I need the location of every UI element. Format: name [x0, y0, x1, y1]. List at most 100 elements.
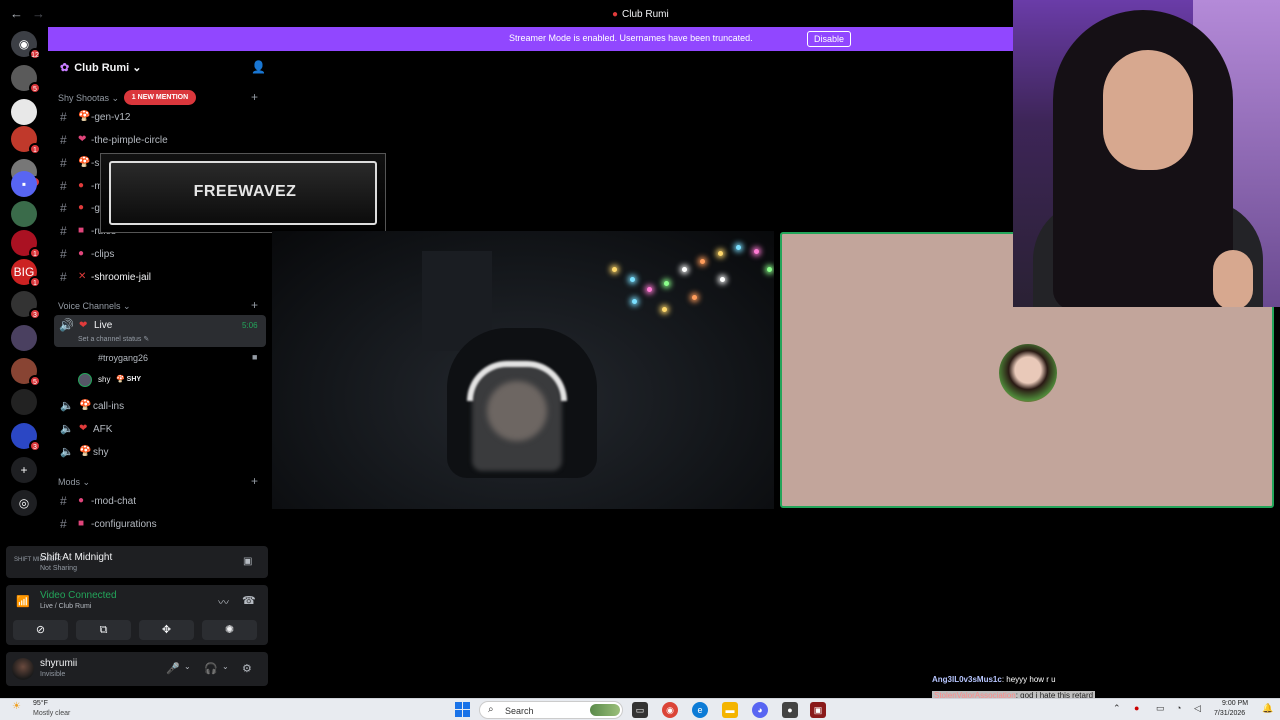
text-channel-mod-chat[interactable]: # ● -mod-chat: [58, 491, 268, 511]
chevron-up-icon[interactable]: ⌃: [1113, 703, 1121, 714]
server-icon-server-3[interactable]: [11, 99, 37, 125]
text-channel-shroomie-jail[interactable]: # ✕ -shroomie-jail: [58, 267, 268, 287]
screen-share-button[interactable]: ⧉: [76, 620, 131, 640]
taskbar-search[interactable]: ⌕ Search: [479, 701, 623, 719]
voice-channel-call-ins[interactable]: 🔈 🍄 call-ins: [58, 396, 268, 416]
chat-text: : heyyy how r u: [1001, 675, 1056, 684]
overlay-text: FREEWAVEZ: [193, 183, 297, 200]
server-icon-server-6[interactable]: ▪: [11, 171, 37, 197]
settings-gear-icon[interactable]: ⚙: [242, 662, 252, 675]
file-explorer-icon[interactable]: ▬: [722, 702, 738, 718]
discord-icon[interactable]: ◕: [752, 702, 768, 718]
chrome-icon[interactable]: ◉: [662, 702, 678, 718]
username[interactable]: shyrumii: [40, 658, 77, 669]
server-icon-server-2[interactable]: 5: [11, 65, 41, 94]
now-playing-panel[interactable]: SHIFT MIDNIGHT Shift At Midnight Not Sha…: [6, 546, 268, 578]
task-view-icon[interactable]: ▭: [632, 702, 648, 718]
voice-channel-afk[interactable]: 🔈 ❤ AFK: [58, 419, 268, 439]
channel-name: -g: [91, 203, 100, 214]
text-channel-clips[interactable]: # ● -clips: [58, 244, 268, 264]
clock-time[interactable]: 9:00 PM: [1222, 700, 1248, 707]
server-icon-server-club-rumi[interactable]: 1: [11, 126, 41, 155]
channel-emoji-icon: 🍄: [78, 157, 91, 168]
screen: ← → ● Club Rumi Streamer Mode is enabled.…: [0, 0, 1280, 720]
server-icon-add-server[interactable]: +: [11, 457, 37, 483]
forward-arrow-icon[interactable]: →: [32, 6, 45, 21]
server-icon-server-daily[interactable]: 3: [11, 423, 41, 452]
app-icon[interactable]: ▣: [810, 702, 826, 718]
edge-icon[interactable]: e: [692, 702, 708, 718]
weather-condition[interactable]: Mostly clear: [33, 710, 70, 717]
chevron-down-icon[interactable]: ⌄: [184, 662, 191, 671]
category-shy-shootas[interactable]: Shy Shootas ⌄: [58, 93, 119, 104]
server-icon-server-11[interactable]: [11, 325, 37, 351]
text-channel-configurations[interactable]: # ■ -configurations: [58, 514, 268, 534]
add-channel-icon[interactable]: +: [251, 474, 258, 488]
channel-name: call-ins: [93, 401, 125, 412]
share-activity-icon[interactable]: ▣: [243, 556, 252, 567]
channel-status-prompt[interactable]: Set a channel status ✎: [78, 335, 149, 343]
notification-bell-icon[interactable]: 🔔: [1262, 703, 1273, 714]
server-icon-server-13[interactable]: [11, 389, 37, 415]
server-icon-server-big5[interactable]: BIG 1: [11, 259, 41, 288]
speaker-icon: 🔊: [59, 318, 74, 332]
channel-name: AFK: [93, 424, 113, 435]
chat-message: Ang3lL0v3sMus1c: heyyy how r u: [932, 675, 1056, 684]
obs-icon[interactable]: ●: [782, 702, 798, 718]
channel-emoji-icon: ✕: [78, 271, 87, 282]
windows-start-icon[interactable]: [455, 702, 471, 718]
guild-name-header[interactable]: ✿ Club Rumi ⌄: [60, 61, 142, 74]
light-bulb: [754, 249, 759, 254]
wifi-icon[interactable]: ◔: [1176, 703, 1181, 713]
volume-icon[interactable]: ◁: [1194, 703, 1201, 714]
noise-suppression-icon[interactable]: 〰: [218, 594, 229, 610]
soundboard-button[interactable]: ✺: [202, 620, 257, 640]
invite-people-icon[interactable]: 👤: [251, 60, 266, 74]
disable-streamer-mode-button[interactable]: Disable: [807, 31, 851, 47]
voice-user[interactable]: #troygang26: [98, 353, 148, 363]
weather-icon[interactable]: ☀: [12, 701, 21, 712]
signal-icon[interactable]: 📶: [16, 595, 30, 608]
category-name: Mods: [58, 477, 81, 487]
text-channel-the-pimple-circle[interactable]: # ❤ -the-pimple-circle: [58, 130, 268, 150]
hashtag-icon: #: [60, 179, 67, 193]
clock-date[interactable]: 7/31/2026: [1214, 710, 1245, 717]
server-icon-discover[interactable]: ◎: [11, 490, 37, 516]
voice-channel-live[interactable]: 🔊 ❤ Live 5:06 Set a channel status ✎: [54, 315, 266, 347]
mushroom-icon: ●: [612, 9, 619, 20]
camera-off-button[interactable]: ⊘: [13, 620, 68, 640]
tray-app-icon[interactable]: ●: [1134, 703, 1139, 713]
server-icon-server-10[interactable]: 3: [11, 291, 41, 320]
server-icon-server-8[interactable]: 1: [11, 230, 41, 259]
windows-taskbar: ☀ 95°F Mostly clear ⌕ Search ▭ ◉ e ▬ ◕ ●…: [0, 698, 1280, 720]
server-glyph: ◎: [18, 496, 30, 510]
channel-name: -s: [91, 158, 100, 169]
new-mention-badge[interactable]: 1 NEW MENTION: [124, 90, 196, 105]
back-arrow-icon[interactable]: ←: [10, 6, 23, 21]
channel-sidebar: ✿ Club Rumi ⌄ 👤 Shy Shootas ⌄ 1 NEW MENTI…: [48, 51, 272, 544]
weather-temperature[interactable]: 95°F: [33, 700, 48, 707]
server-icon-server-12[interactable]: 5: [11, 358, 41, 387]
voice-user[interactable]: shy: [98, 375, 110, 384]
category-voice-channels[interactable]: Voice Channels ⌄: [58, 301, 131, 312]
headset-icon[interactable]: 🎧: [204, 662, 218, 675]
connection-channel[interactable]: Live / Club Rumi: [40, 603, 91, 610]
add-channel-icon[interactable]: +: [251, 298, 258, 312]
connection-status[interactable]: Video Connected: [40, 590, 117, 601]
video-tile-troygang[interactable]: [272, 231, 774, 509]
disconnect-icon[interactable]: ☎: [242, 594, 256, 607]
category-mods[interactable]: Mods ⌄: [58, 477, 90, 488]
network-icon[interactable]: ▭: [1156, 703, 1165, 714]
server-icon-direct-messages[interactable]: ◉ 12: [11, 31, 41, 60]
activity-title: Shift At Midnight: [40, 552, 113, 563]
avatar[interactable]: [12, 658, 34, 680]
activities-button[interactable]: ✥: [139, 620, 194, 640]
webcam-hand: [1213, 250, 1253, 307]
channel-emoji-icon: ●: [78, 495, 85, 506]
add-channel-icon[interactable]: +: [251, 90, 258, 104]
chevron-down-icon[interactable]: ⌄: [222, 662, 229, 671]
server-icon-server-7[interactable]: [11, 201, 37, 227]
voice-channel-shy[interactable]: 🔈 🍄 shy: [58, 442, 268, 462]
text-channel-gen-v12[interactable]: # 🍄 -gen-v12: [58, 107, 268, 127]
microphone-icon[interactable]: 🎤: [166, 662, 180, 675]
